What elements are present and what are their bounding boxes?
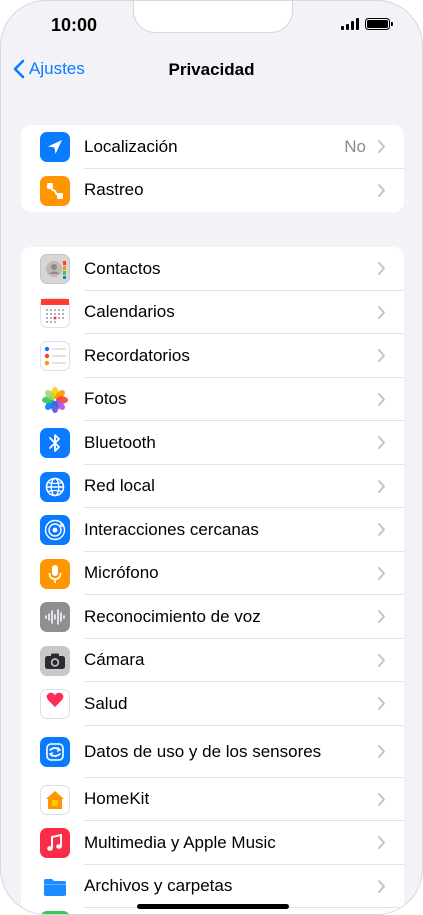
row-contacts[interactable]: Contactos: [21, 247, 404, 291]
notch: [133, 1, 293, 33]
chevron-right-icon: [378, 305, 385, 319]
row-sensor-usage-data[interactable]: Datos de uso y de los sensores: [21, 726, 404, 778]
row-value: No: [344, 136, 366, 156]
chevron-right-icon: [378, 479, 385, 493]
row-camera[interactable]: Cámara: [21, 639, 404, 682]
row-label: Contactos: [84, 258, 161, 278]
chevron-right-icon: [378, 392, 385, 406]
row-label: Cámara: [84, 650, 145, 670]
row-label: Micrófono: [84, 563, 159, 583]
chevron-right-icon: [378, 610, 385, 623]
globe-icon: [40, 471, 70, 502]
contacts-icon: [40, 254, 70, 284]
chevron-right-icon: [378, 349, 385, 362]
row-reminders[interactable]: Recordatorios: [21, 334, 404, 378]
row-label: Interacciones cercanas: [84, 519, 259, 539]
chevron-right-icon: [378, 879, 385, 893]
row-calendars[interactable]: Calendarios: [21, 291, 404, 334]
row-local-network[interactable]: Red local: [21, 465, 404, 508]
row-homekit[interactable]: HomeKit: [21, 778, 404, 821]
page-title: Privacidad: [168, 60, 255, 79]
chevron-right-icon: [378, 697, 385, 710]
chevron-right-icon: [378, 836, 385, 849]
signal-icon: [341, 18, 359, 30]
bluetooth-icon: [40, 428, 70, 458]
row-label: Rastreo: [84, 180, 144, 200]
row-label: Archivos y carpetas: [84, 876, 233, 896]
row-location[interactable]: Localización No: [21, 125, 404, 169]
row-label: Reconocimiento de voz: [84, 606, 261, 626]
row-tracking[interactable]: Rastreo: [21, 169, 404, 213]
status-icons: [341, 18, 393, 30]
camera-icon: [40, 645, 70, 676]
row-photos[interactable]: Fotos: [21, 378, 404, 421]
row-label: Localización: [84, 136, 178, 156]
row-nearby-interactions[interactable]: Interacciones cercanas: [21, 508, 404, 552]
chevron-right-icon: [378, 436, 385, 449]
battery-icon: [365, 18, 393, 30]
settings-group-apps: Contactos Calendarios Recordatorios Foto…: [21, 247, 404, 914]
chevron-right-icon: [378, 523, 385, 536]
location-arrow-icon: [40, 132, 70, 162]
row-label: Red local: [84, 476, 155, 496]
row-label: Bluetooth: [84, 432, 156, 452]
home-icon: [40, 784, 70, 815]
sensor-data-icon: [40, 736, 70, 767]
chevron-right-icon: [378, 140, 385, 153]
microphone-icon: [40, 558, 70, 589]
row-bluetooth[interactable]: Bluetooth: [21, 421, 404, 465]
settings-group-location: Localización No Rastreo: [21, 125, 404, 212]
phone-frame: 10:00 Ajustes Privacidad Localización No: [0, 0, 423, 915]
row-label: Calendarios: [84, 302, 175, 322]
tracking-icon: [40, 175, 70, 206]
row-label: HomeKit: [84, 789, 150, 809]
chevron-right-icon: [378, 262, 385, 275]
row-label: Multimedia y Apple Music: [84, 832, 276, 852]
waveform-icon: [40, 602, 70, 632]
chevron-right-icon: [378, 653, 385, 667]
row-label: Fotos: [84, 389, 127, 409]
row-speech-recognition[interactable]: Reconocimiento de voz: [21, 595, 404, 639]
status-time: 10:00: [51, 15, 98, 35]
row-label: Datos de uso y de los sensores: [84, 741, 322, 761]
chevron-right-icon: [378, 566, 385, 580]
nearby-interactions-icon: [40, 515, 70, 545]
row-files-folders[interactable]: Archivos y carpetas: [21, 865, 404, 908]
home-indicator[interactable]: [137, 904, 289, 909]
chevron-right-icon: [378, 744, 385, 758]
folder-icon: [40, 871, 70, 902]
music-note-icon: [40, 828, 70, 858]
row-label: Recordatorios: [84, 345, 190, 365]
row-microphone[interactable]: Micrófono: [21, 552, 404, 595]
row-health[interactable]: Salud: [21, 682, 404, 726]
chevron-right-icon: [378, 183, 385, 197]
partial-app-icon: [40, 911, 70, 914]
calendar-icon: [40, 297, 70, 328]
chevron-right-icon: [378, 792, 385, 806]
row-label: Salud: [84, 693, 128, 713]
health-heart-icon: [40, 689, 70, 719]
photos-icon: [40, 384, 70, 415]
row-media-apple-music[interactable]: Multimedia y Apple Music: [21, 821, 404, 865]
reminders-icon: [40, 341, 70, 371]
